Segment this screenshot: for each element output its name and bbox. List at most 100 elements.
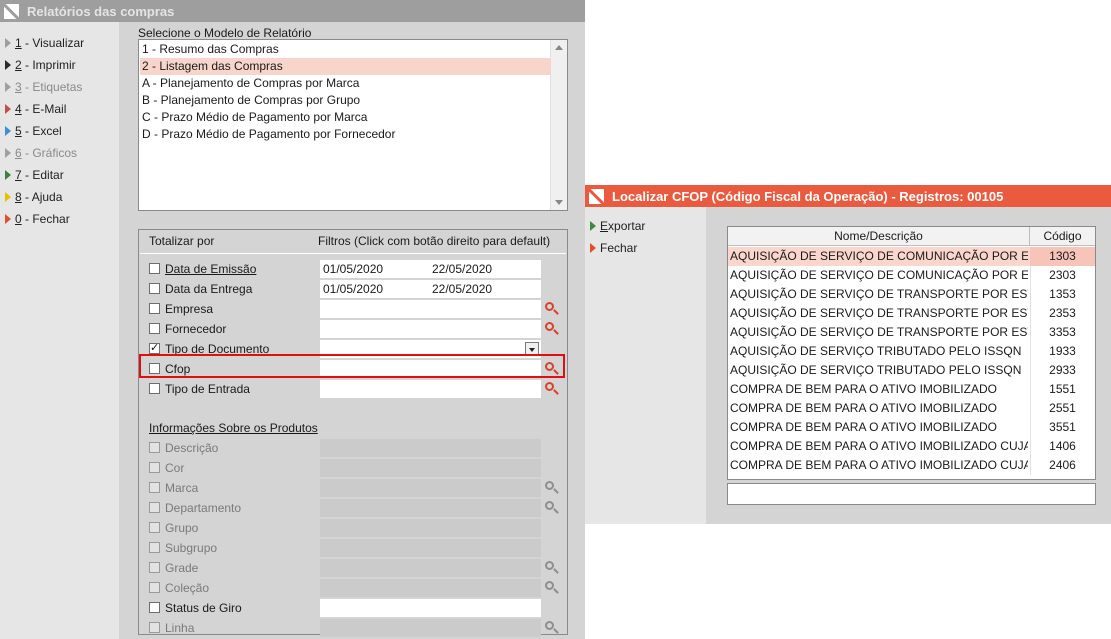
filter-field-tipo-de-entrada[interactable]	[320, 380, 541, 398]
list-item[interactable]: 1 - Resumo das Compras	[140, 41, 551, 58]
search-lookup-icon[interactable]	[544, 381, 560, 397]
product-label: Grade	[165, 561, 199, 575]
menu-item-fechar[interactable]: 0 - Fechar	[5, 210, 70, 228]
product-label: Grupo	[165, 521, 199, 535]
product-row-departamento: Departamento	[139, 498, 567, 518]
product-label: Departamento	[165, 501, 242, 515]
checkbox-empresa[interactable]	[149, 303, 160, 314]
filter-field-empresa[interactable]	[320, 300, 541, 318]
filter-label: Tipo de Entrada	[165, 382, 250, 396]
checkbox-tipo-de-entrada[interactable]	[149, 383, 160, 394]
product-field-status-de-giro[interactable]	[320, 599, 541, 617]
filter-field-fornecedor[interactable]	[320, 320, 541, 338]
search-lookup-icon[interactable]	[544, 620, 560, 636]
checkbox-grade	[149, 562, 160, 573]
date-to[interactable]: 22/05/2020	[432, 262, 492, 276]
list-item[interactable]: C - Prazo Médio de Pagamento por Marca	[140, 109, 551, 126]
filter-row-tipo-de-entrada: Tipo de Entrada	[139, 379, 567, 399]
filter-row-empresa: Empresa	[139, 299, 567, 319]
cfop-menu-item-exportar[interactable]: Exportar	[590, 217, 645, 235]
table-row[interactable]: COMPRA DE BEM PARA O ATIVO IMOBILIZADO 25…	[728, 399, 1095, 418]
date-from[interactable]: 01/05/2020	[323, 262, 383, 276]
list-item[interactable]: B - Planejamento de Compras por Grupo	[140, 92, 551, 109]
cell-name: AQUISIÇÃO DE SERVIÇO DE COMUNICAÇÃO POR …	[730, 249, 1028, 263]
checkbox-data-de-emissao[interactable]	[149, 263, 160, 274]
checkbox-subgrupo	[149, 542, 160, 553]
table-row[interactable]: COMPRA DE BEM PARA O ATIVO IMOBILIZADO 15…	[728, 380, 1095, 399]
cell-code: 1551	[1049, 382, 1076, 396]
table-row[interactable]: AQUISIÇÃO DE SERVIÇO DE TRANSPORTE POR E…	[728, 304, 1095, 323]
menu-item-imprimir[interactable]: 2 - Imprimir	[5, 56, 76, 74]
cell-code: 2303	[1049, 268, 1076, 282]
scroll-up-icon[interactable]	[555, 45, 563, 50]
product-label: Linha	[165, 621, 195, 635]
checkbox-marca	[149, 482, 160, 493]
menu-item-excel[interactable]: 5 - Excel	[5, 122, 62, 140]
search-lookup-icon[interactable]	[544, 580, 560, 596]
checkbox-data-da-entrega[interactable]	[149, 283, 160, 294]
checkbox-fornecedor[interactable]	[149, 323, 160, 334]
checkbox-descricao	[149, 442, 160, 453]
scroll-down-icon[interactable]	[555, 200, 563, 205]
menu-accelerator: E	[600, 219, 609, 233]
date-to[interactable]: 22/05/2020	[432, 282, 492, 296]
menu-item-editar[interactable]: 7 - Editar	[5, 166, 64, 184]
table-row[interactable]: AQUISIÇÃO DE SERVIÇO DE COMUNICAÇÃO POR …	[728, 266, 1095, 285]
search-lookup-icon[interactable]	[544, 321, 560, 337]
filter-row-data-de-emissao: Data de Emissão 01/05/2020 22/05/2020	[139, 259, 567, 279]
menu-item-etiquetas: 3 - Etiquetas	[5, 78, 82, 96]
checkbox-grupo	[149, 522, 160, 533]
product-row-colecao: Coleção	[139, 578, 567, 598]
list-item[interactable]: 2 - Listagem das Compras	[140, 58, 551, 75]
product-row-marca: Marca	[139, 478, 567, 498]
menu-item-label: Fechar	[600, 241, 638, 255]
menu-item-label: - Editar	[21, 168, 64, 182]
date-from[interactable]: 01/05/2020	[323, 282, 383, 296]
filter-field-data-de-emissao[interactable]: 01/05/2020 22/05/2020	[320, 260, 541, 278]
checkbox-tipo-de-documento[interactable]	[149, 341, 160, 354]
product-row-cor: Cor	[139, 458, 567, 478]
table-row[interactable]: AQUISIÇÃO DE SERVIÇO DE TRANSPORTE POR E…	[728, 285, 1095, 304]
menu-shortcut-number: 3	[15, 80, 22, 94]
table-row[interactable]: AQUISIÇÃO DE SERVIÇO TRIBUTADO PELO ISSQ…	[728, 342, 1095, 361]
table-row[interactable]: COMPRA DE BEM PARA O ATIVO IMOBILIZADO C…	[728, 437, 1095, 456]
menu-arrow-icon	[5, 214, 11, 224]
cfop-menu-item-fechar[interactable]: Fechar	[590, 239, 637, 257]
table-row[interactable]: AQUISIÇÃO DE SERVIÇO DE TRANSPORTE POR E…	[728, 323, 1095, 342]
search-lookup-icon[interactable]	[544, 301, 560, 317]
cfop-search-input[interactable]	[727, 483, 1096, 505]
reports-title: Relatórios das compras	[27, 3, 175, 19]
column-header-code[interactable]: Código	[1030, 227, 1095, 246]
table-row[interactable]: AQUISIÇÃO DE SERVIÇO DE COMUNICAÇÃO POR …	[728, 247, 1095, 266]
table-row[interactable]: COMPRA DE BEM PARA O ATIVO IMOBILIZADO C…	[728, 456, 1095, 475]
list-item[interactable]: A - Planejamento de Compras por Marca	[140, 75, 551, 92]
column-header-name[interactable]: Nome/Descrição	[728, 227, 1030, 246]
cfop-grid[interactable]: Nome/Descrição Código AQUISIÇÃO DE SERVI…	[727, 226, 1096, 480]
product-field-subgrupo	[320, 539, 541, 557]
menu-item-visualizar[interactable]: 1 - Visualizar	[5, 34, 84, 52]
menu-item-ajuda[interactable]: 8 - Ajuda	[5, 188, 62, 206]
product-row-status-de-giro: Status de Giro	[139, 598, 567, 618]
filter-label: Data da Entrega	[165, 282, 253, 296]
list-item[interactable]: D - Prazo Médio de Pagamento por Fornece…	[140, 126, 551, 143]
filter-field-data-da-entrega[interactable]: 01/05/2020 22/05/2020	[320, 280, 541, 298]
table-row[interactable]: COMPRA DE BEM PARA O ATIVO IMOBILIZADO 35…	[728, 418, 1095, 437]
cell-name: AQUISIÇÃO DE SERVIÇO TRIBUTADO PELO ISSQ…	[730, 363, 1022, 377]
checkbox-linha	[149, 622, 160, 633]
checkbox-status-de-giro[interactable]	[149, 602, 160, 613]
product-label: Coleção	[165, 581, 210, 595]
menu-item-label: - Excel	[21, 124, 62, 138]
menu-arrow-icon	[5, 126, 11, 136]
app-logo-icon	[589, 188, 604, 204]
report-model-list[interactable]: 1 - Resumo das Compras 2 - Listagem das C…	[138, 39, 568, 211]
search-lookup-icon[interactable]	[544, 560, 560, 576]
search-lookup-icon[interactable]	[544, 500, 560, 516]
cell-name: COMPRA DE BEM PARA O ATIVO IMOBILIZADO C…	[730, 439, 1028, 453]
table-row[interactable]: AQUISIÇÃO DE SERVIÇO TRIBUTADO PELO ISSQ…	[728, 361, 1095, 380]
cell-name: COMPRA DE BEM PARA O ATIVO IMOBILIZADO	[730, 401, 997, 415]
menu-item-email[interactable]: 4 - E-Mail	[5, 100, 66, 118]
search-lookup-icon[interactable]	[544, 480, 560, 496]
list-scrollbar[interactable]	[550, 40, 567, 210]
menu-item-label: - Gráficos	[21, 146, 78, 160]
cell-code: 2353	[1049, 306, 1076, 320]
